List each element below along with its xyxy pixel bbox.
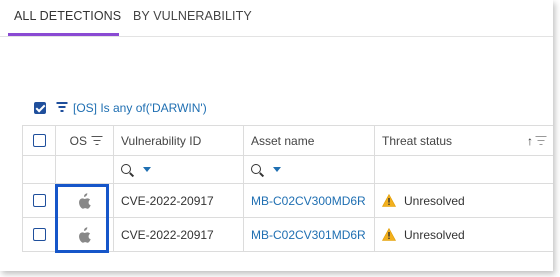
active-filter-chip[interactable]: [OS] Is any of('DARWIN') (73, 101, 207, 115)
threat-status-header-label: Threat status (382, 133, 453, 148)
threat-status-cell: Unresolved (374, 183, 553, 218)
vulnerability-id-cell: CVE-2022-20917 (113, 183, 244, 218)
row-checkbox[interactable] (32, 194, 46, 207)
search-row-empty-cell (55, 155, 114, 184)
chevron-down-icon[interactable] (143, 167, 151, 172)
select-all-checkbox[interactable] (32, 134, 46, 147)
filter-toggle-checkbox[interactable] (34, 102, 46, 114)
active-tab-indicator (8, 33, 119, 36)
threat-status-column-header[interactable]: Threat status ↑ (374, 125, 553, 156)
tab-bar: ALL DETECTIONS BY VULNERABILITY (0, 0, 553, 37)
sort-ascending-icon[interactable]: ↑ (527, 134, 533, 148)
vulnerability-id-search[interactable] (113, 155, 244, 184)
detections-panel: ALL DETECTIONS BY VULNERABILITY [OS] Is … (0, 0, 553, 271)
row-select-cell (22, 183, 56, 218)
tab-by-vulnerability[interactable]: BY VULNERABILITY (133, 9, 252, 23)
warning-icon (382, 228, 396, 241)
row-checkbox[interactable] (32, 228, 46, 241)
search-row-empty-cell (22, 155, 56, 184)
column-filter-icon[interactable] (535, 135, 546, 146)
threat-status-text: Unresolved (404, 193, 465, 208)
os-header-label: OS (69, 133, 87, 148)
os-column-highlight-box (55, 184, 109, 253)
os-column-header[interactable]: OS (55, 125, 114, 156)
select-all-cell (22, 125, 56, 156)
table-header-row: OS Vulnerability ID Asset name Threat st… (22, 125, 553, 156)
row-select-cell (22, 217, 56, 252)
threat-status-text: Unresolved (404, 227, 465, 242)
warning-icon (382, 194, 396, 207)
asset-name-column-header[interactable]: Asset name (243, 125, 375, 156)
tab-all-detections[interactable]: ALL DETECTIONS (14, 9, 121, 23)
filter-icon (56, 102, 67, 112)
search-icon[interactable] (121, 163, 133, 176)
search-icon[interactable] (251, 163, 263, 176)
asset-name-search[interactable] (243, 155, 375, 184)
chevron-down-icon[interactable] (273, 167, 281, 172)
asset-name-link[interactable]: MB-C02CV301MD6R (243, 217, 375, 252)
column-filter-icon[interactable] (91, 135, 102, 146)
column-search-row (22, 155, 553, 184)
asset-name-link[interactable]: MB-C02CV300MD6R (243, 183, 375, 218)
vulnerability-id-column-header[interactable]: Vulnerability ID (113, 125, 244, 156)
search-row-empty-cell (374, 155, 553, 184)
vulnerability-id-cell: CVE-2022-20917 (113, 217, 244, 252)
threat-status-cell: Unresolved (374, 217, 553, 252)
